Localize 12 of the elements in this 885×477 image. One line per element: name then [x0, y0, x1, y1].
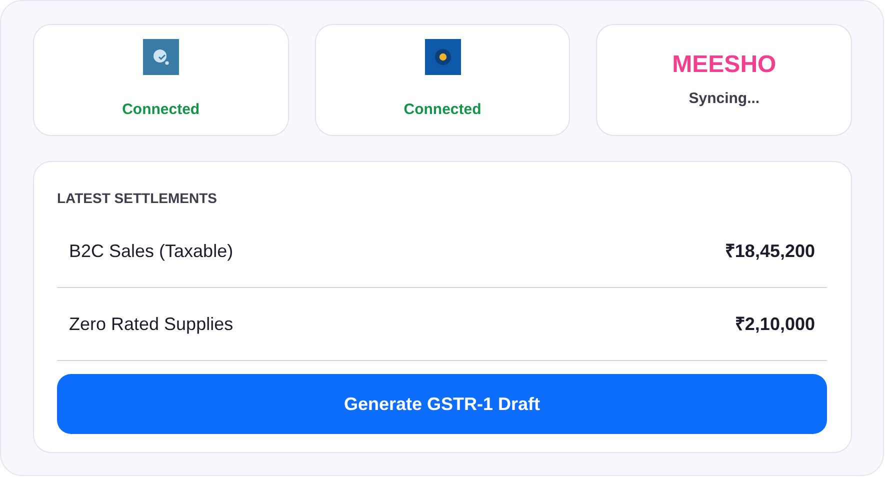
settlement-amount: ₹2,10,000	[734, 312, 815, 336]
status-text: Connected	[122, 100, 200, 120]
status-text: Syncing...	[688, 88, 760, 109]
chat-bubble-icon	[142, 39, 179, 75]
status-text: Connected	[404, 100, 482, 120]
coin-icon	[424, 39, 460, 75]
settlement-amount: ₹18,45,200	[724, 240, 815, 262]
section-title: LATEST SETTLEMENTS	[57, 189, 218, 208]
brand-wordmark: MEESHO	[672, 51, 776, 80]
settlement-label: Zero Rated Supplies	[69, 312, 234, 336]
generate-button[interactable]: Generate GSTR-1 Draft	[57, 374, 827, 434]
settlement-label: B2C Sales (Taxable)	[69, 240, 234, 263]
